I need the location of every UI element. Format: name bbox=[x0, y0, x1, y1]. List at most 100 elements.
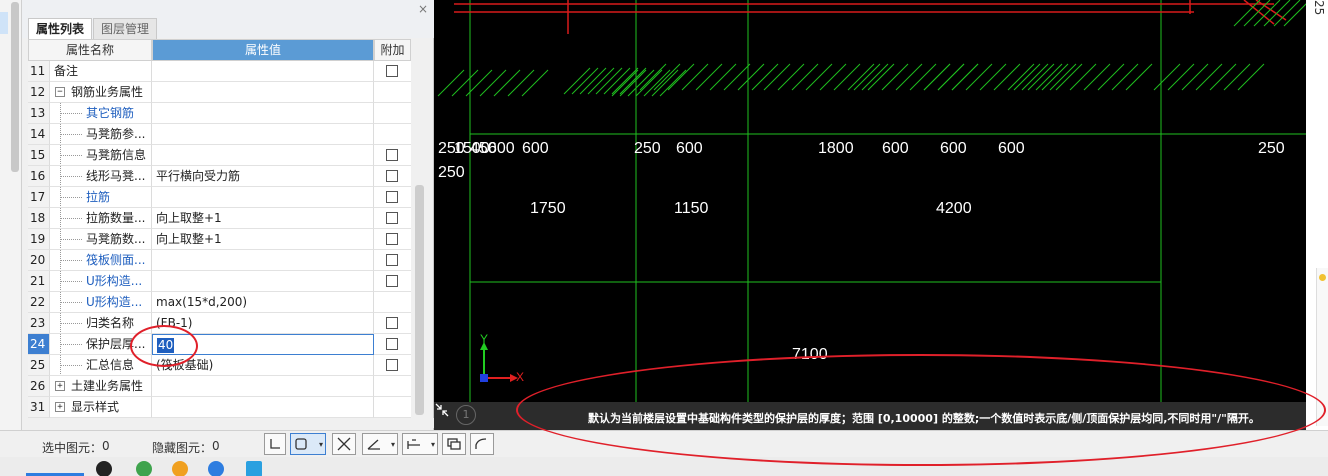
property-name-cell[interactable]: + 显示样式 bbox=[50, 397, 152, 418]
extra-checkbox[interactable] bbox=[386, 170, 398, 182]
property-value-cell[interactable]: 40 bbox=[152, 334, 374, 355]
tree-branch-line bbox=[60, 344, 82, 345]
property-value-cell[interactable]: 平行横向受力筋 bbox=[152, 166, 374, 187]
table-row[interactable]: 20 筏板侧面... bbox=[28, 250, 411, 271]
rect-select-tool[interactable]: ▾ bbox=[290, 433, 326, 455]
arc-tool[interactable] bbox=[470, 433, 494, 455]
table-row[interactable]: 17 拉筋 bbox=[28, 187, 411, 208]
property-value-cell[interactable] bbox=[152, 271, 374, 292]
property-name-cell[interactable]: 汇总信息 bbox=[50, 355, 152, 376]
tree-branch-line bbox=[60, 113, 82, 114]
shrink-arrows-icon[interactable] bbox=[434, 402, 450, 418]
panel-scrollbar[interactable] bbox=[415, 185, 424, 415]
layer-tool[interactable] bbox=[442, 433, 466, 455]
extra-checkbox[interactable] bbox=[386, 338, 398, 350]
property-name-cell[interactable]: 马凳筋数... bbox=[50, 229, 152, 250]
property-name-cell[interactable]: 保护层厚... bbox=[50, 334, 152, 355]
property-value-cell[interactable] bbox=[152, 187, 374, 208]
property-name-cell[interactable]: U形构造... bbox=[50, 292, 152, 313]
bottom-status-bar: 选中图元： 0 隐藏图元： 0 ▾ ▾ ▾ bbox=[0, 430, 1328, 476]
property-value-cell[interactable] bbox=[152, 82, 374, 103]
property-name-cell[interactable]: U形构造... bbox=[50, 271, 152, 292]
browser-icon[interactable] bbox=[208, 461, 224, 476]
property-name-cell[interactable]: 拉筋 bbox=[50, 187, 152, 208]
property-name-cell[interactable]: 线形马凳... bbox=[50, 166, 152, 187]
angle-tool[interactable]: ▾ bbox=[362, 433, 398, 455]
table-row[interactable]: 13 其它钢筋 bbox=[28, 103, 411, 124]
dim-bottom: 7100 bbox=[792, 346, 828, 363]
expand-plus-icon[interactable]: + bbox=[55, 381, 65, 391]
tab-layer-manage[interactable]: 图层管理 bbox=[93, 18, 158, 39]
extra-checkbox[interactable] bbox=[386, 359, 398, 371]
property-name-cell[interactable]: 马凳筋参... bbox=[50, 124, 152, 145]
left-nav-selected[interactable] bbox=[0, 12, 8, 34]
layer-icon bbox=[447, 438, 461, 450]
extra-checkbox[interactable] bbox=[386, 317, 398, 329]
column-header-value: 属性值 bbox=[152, 39, 374, 61]
column-header-name: 属性名称 bbox=[28, 39, 152, 61]
table-row[interactable]: 12− 钢筋业务属性 bbox=[28, 82, 411, 103]
extra-checkbox[interactable] bbox=[386, 212, 398, 224]
collapse-minus-icon[interactable]: − bbox=[55, 87, 65, 97]
table-row[interactable]: 16 线形马凳... 平行横向受力筋 bbox=[28, 166, 411, 187]
qq-icon[interactable] bbox=[96, 461, 112, 476]
tree-branch-line bbox=[60, 365, 82, 366]
property-value-cell[interactable] bbox=[152, 103, 374, 124]
left-nav-scrollbar[interactable] bbox=[11, 2, 19, 172]
property-name-cell[interactable]: 筏板侧面... bbox=[50, 250, 152, 271]
table-row[interactable]: 18 拉筋数量... 向上取整+1 bbox=[28, 208, 411, 229]
extra-checkbox[interactable] bbox=[386, 275, 398, 287]
property-value-cell[interactable]: 向上取整+1 bbox=[152, 229, 374, 250]
extra-checkbox[interactable] bbox=[386, 65, 398, 77]
property-value-cell[interactable]: max(15*d,200) bbox=[152, 292, 374, 313]
view-number-badge[interactable]: 1 bbox=[456, 405, 476, 425]
extra-checkbox[interactable] bbox=[386, 191, 398, 203]
extra-checkbox[interactable] bbox=[386, 149, 398, 161]
property-name-cell[interactable]: 其它钢筋 bbox=[50, 103, 152, 124]
corner-select-tool[interactable] bbox=[264, 433, 286, 455]
property-name-cell[interactable]: + 土建业务属性 bbox=[50, 376, 152, 397]
property-value-cell[interactable] bbox=[152, 145, 374, 166]
cross-select-tool[interactable] bbox=[332, 433, 356, 455]
panel-close-icon[interactable]: × bbox=[418, 2, 428, 16]
property-value-cell[interactable] bbox=[152, 397, 374, 418]
table-row[interactable]: 22 U形构造... max(15*d,200) bbox=[28, 292, 411, 313]
table-row[interactable]: 11 备注 bbox=[28, 61, 411, 82]
property-name-label: 汇总信息 bbox=[86, 358, 135, 372]
table-row[interactable]: 14 马凳筋参... bbox=[28, 124, 411, 145]
property-value-cell[interactable]: (筏板基础) bbox=[152, 355, 374, 376]
table-row[interactable]: 24 保护层厚... 40 bbox=[28, 334, 411, 355]
yellow-app-icon[interactable] bbox=[172, 461, 188, 476]
table-row[interactable]: 15 马凳筋信息 bbox=[28, 145, 411, 166]
property-value-cell[interactable] bbox=[152, 124, 374, 145]
tab-property-list[interactable]: 属性列表 bbox=[28, 18, 93, 39]
drawing-canvas[interactable]: 250 1500 450 600 600 250 600 1800 600 600 600 250 25… bbox=[434, 0, 1306, 430]
canvas-status-bar: 默认为当前楼层设置中基础构件类型的保护层的厚度；范围 [0,10000] 的整数… bbox=[434, 402, 1306, 430]
table-row[interactable]: 21 U形构造... bbox=[28, 271, 411, 292]
green-app-icon[interactable] bbox=[136, 461, 152, 476]
extra-cell bbox=[374, 82, 411, 103]
property-value-cell[interactable]: 向上取整+1 bbox=[152, 208, 374, 229]
table-row[interactable]: 25 汇总信息 (筏板基础) bbox=[28, 355, 411, 376]
extra-checkbox[interactable] bbox=[386, 233, 398, 245]
right-edge-tip[interactable] bbox=[1316, 268, 1328, 426]
t-app-icon[interactable] bbox=[246, 461, 262, 476]
property-value-cell[interactable] bbox=[152, 376, 374, 397]
property-name-cell[interactable]: 马凳筋信息 bbox=[50, 145, 152, 166]
cover-thickness-input[interactable]: 40 bbox=[157, 338, 175, 353]
table-row[interactable]: 19 马凳筋数... 向上取整+1 bbox=[28, 229, 411, 250]
property-value-cell[interactable] bbox=[152, 61, 374, 82]
expand-plus-icon[interactable]: + bbox=[55, 402, 65, 412]
property-value-cell[interactable] bbox=[152, 250, 374, 271]
table-row[interactable]: 26 + 土建业务属性 bbox=[28, 376, 411, 397]
property-name-cell[interactable]: 拉筋数量... bbox=[50, 208, 152, 229]
property-name-cell[interactable]: 备注 bbox=[50, 61, 152, 82]
table-row[interactable]: 31 + 显示样式 bbox=[28, 397, 411, 418]
table-row[interactable]: 23 归类名称 (FB-1) bbox=[28, 313, 411, 334]
property-name-cell[interactable]: − 钢筋业务属性 bbox=[50, 82, 152, 103]
table-body: 11 备注 12− 钢筋业务属性 13 其它钢筋 14 马凳筋参... 15 马凳筋信息 16 线形马… bbox=[28, 61, 411, 418]
extra-checkbox[interactable] bbox=[386, 254, 398, 266]
property-value-cell[interactable]: (FB-1) bbox=[152, 313, 374, 334]
dimension-tool[interactable]: ▾ bbox=[402, 433, 438, 455]
property-name-cell[interactable]: 归类名称 bbox=[50, 313, 152, 334]
